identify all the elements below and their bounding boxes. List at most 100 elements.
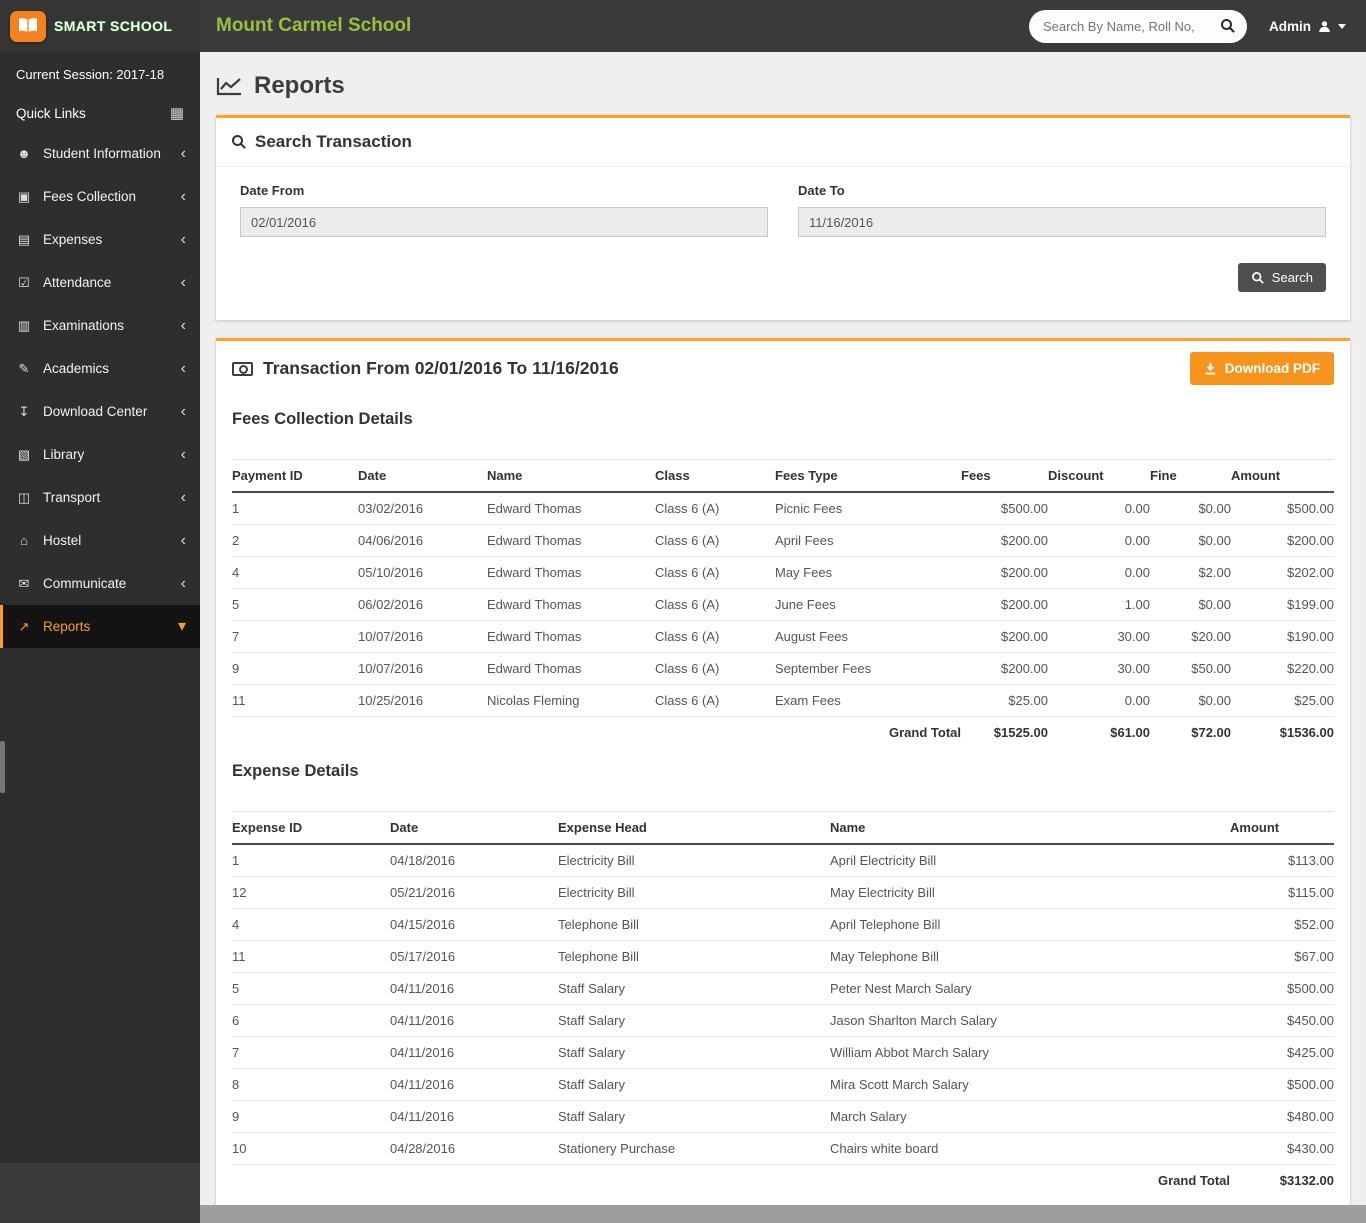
date-to-input[interactable] <box>798 207 1326 237</box>
discount-cell: 0.00 <box>1048 492 1150 525</box>
sidebar-item-fees-collection[interactable]: ▣ Fees Collection ‹ <box>0 175 200 218</box>
download-pdf-button[interactable]: Download PDF <box>1190 352 1334 385</box>
discount-cell: 0.00 <box>1048 685 1150 717</box>
amount-cell: $450.00 <box>1230 1005 1334 1037</box>
date-cell: 10/07/2016 <box>358 653 487 685</box>
expense-table-header: Expense ID Date Expense Head Name Amount <box>232 812 1334 845</box>
col-fees-type: Fees Type <box>775 460 961 493</box>
fees-table-row: 4 05/10/2016 Edward Thomas Class 6 (A) M… <box>232 557 1334 589</box>
date-cell: 06/02/2016 <box>358 589 487 621</box>
discount-cell: 1.00 <box>1048 589 1150 621</box>
date-from-input[interactable] <box>240 207 768 237</box>
date-to-field: Date To <box>798 183 1326 237</box>
date-cell: 04/11/2016 <box>390 1101 558 1133</box>
search-button-label: Search <box>1272 270 1313 285</box>
transaction-card-title: Transaction From 02/01/2016 To 11/16/201… <box>263 358 619 379</box>
sidebar-item-download-center[interactable]: ↧ Download Center ‹ <box>0 390 200 433</box>
class-cell: Class 6 (A) <box>655 589 775 621</box>
global-search-input[interactable] <box>1041 18 1215 35</box>
class-cell: Class 6 (A) <box>655 685 775 717</box>
name-cell: Edward Thomas <box>487 557 655 589</box>
fees-table-row: 5 06/02/2016 Edward Thomas Class 6 (A) J… <box>232 589 1334 621</box>
name-cell: William Abbot March Salary <box>830 1037 1230 1069</box>
download-icon: ↧ <box>15 404 33 420</box>
expense-table-row: 1 04/18/2016 Electricity Bill April Elec… <box>232 844 1334 877</box>
payment-id-cell: 2 <box>232 525 358 557</box>
name-cell: Edward Thomas <box>487 653 655 685</box>
amount-cell: $500.00 <box>1230 1069 1334 1101</box>
expense-table-row: 7 04/11/2016 Staff Salary William Abbot … <box>232 1037 1334 1069</box>
chevron-icon: ‹ <box>181 490 186 506</box>
expense-head-cell: Telephone Bill <box>558 909 830 941</box>
amount-cell: $430.00 <box>1230 1133 1334 1165</box>
chart-line-icon <box>216 76 243 97</box>
amount-cell: $190.00 <box>1231 621 1334 653</box>
sidebar-item-library[interactable]: ▧ Library ‹ <box>0 433 200 476</box>
admin-dropdown[interactable]: Admin <box>1269 19 1346 34</box>
name-cell: Edward Thomas <box>487 589 655 621</box>
date-from-label: Date From <box>240 183 768 198</box>
page-title-text: Reports <box>254 72 345 100</box>
expense-head-cell: Staff Salary <box>558 1037 830 1069</box>
class-cell: Class 6 (A) <box>655 525 775 557</box>
sidebar-item-examinations[interactable]: ▥ Examinations ‹ <box>0 304 200 347</box>
sidebar-menu: ☻ Student Information ‹ ▣ Fees Collectio… <box>0 132 200 648</box>
calendar-check-icon: ☑ <box>15 275 33 291</box>
sidebar: Current Session: 2017-18 Quick Links ▦ ☻… <box>0 52 200 1223</box>
search-icon[interactable] <box>1221 19 1235 33</box>
fine-cell: $0.00 <box>1150 589 1231 621</box>
exam-book-icon: ▥ <box>15 318 33 334</box>
date-cell: 04/11/2016 <box>390 973 558 1005</box>
sidebar-item-reports[interactable]: ↗ Reports ▾ <box>0 605 200 648</box>
app-logo[interactable]: SMART SCHOOL <box>0 0 200 52</box>
col-date: Date <box>358 460 487 493</box>
search-transaction-card: Search Transaction Date From Date To Sea… <box>216 115 1350 320</box>
class-cell: Class 6 (A) <box>655 653 775 685</box>
main-content: Reports Search Transaction Date From Dat… <box>200 52 1366 1223</box>
sidebar-item-attendance[interactable]: ☑ Attendance ‹ <box>0 261 200 304</box>
payment-id-cell: 1 <box>232 492 358 525</box>
transaction-card-header: Transaction From 02/01/2016 To 11/16/201… <box>216 341 1350 396</box>
sidebar-item-communicate[interactable]: ✉ Communicate ‹ <box>0 562 200 605</box>
name-cell: May Electricity Bill <box>830 877 1230 909</box>
sidebar-item-expenses[interactable]: ▤ Expenses ‹ <box>0 218 200 261</box>
sidebar-item-transport[interactable]: ◫ Transport ‹ <box>0 476 200 519</box>
date-cell: 04/06/2016 <box>358 525 487 557</box>
sidebar-item-hostel[interactable]: ⌂ Hostel ‹ <box>0 519 200 562</box>
download-icon <box>1204 362 1217 375</box>
sidebar-item-label: Academics <box>43 361 109 376</box>
search-button[interactable]: Search <box>1238 263 1326 292</box>
fees-table-row: 11 10/25/2016 Nicolas Fleming Class 6 (A… <box>232 685 1334 717</box>
search-card-body: Date From Date To <box>216 167 1350 237</box>
search-card-header: Search Transaction <box>216 118 1350 167</box>
search-card-title: Search Transaction <box>255 132 412 152</box>
fine-cell: $0.00 <box>1150 525 1231 557</box>
amount-cell: $67.00 <box>1230 941 1334 973</box>
admin-label: Admin <box>1269 19 1311 34</box>
sidebar-item-label: Reports <box>43 619 90 634</box>
name-cell: Nicolas Fleming <box>487 685 655 717</box>
expense-head-cell: Telephone Bill <box>558 941 830 973</box>
grand-total-discount: $61.00 <box>1048 717 1150 749</box>
fees-type-cell: May Fees <box>775 557 961 589</box>
amount-cell: $202.00 <box>1231 557 1334 589</box>
payment-id-cell: 5 <box>232 589 358 621</box>
current-session: Current Session: 2017-18 <box>0 52 200 95</box>
fees-table-body: 1 03/02/2016 Edward Thomas Class 6 (A) P… <box>232 492 1334 717</box>
sidebar-item-label: Student Information <box>43 146 161 161</box>
sidebar-scrollbar[interactable] <box>0 741 5 793</box>
grand-total-label: Grand Total <box>775 717 961 749</box>
name-cell: April Telephone Bill <box>830 909 1230 941</box>
fine-cell: $0.00 <box>1150 492 1231 525</box>
fees-table: Payment ID Date Name Class Fees Type Fee… <box>232 459 1334 748</box>
expense-id-cell: 10 <box>232 1133 390 1165</box>
expense-head-cell: Staff Salary <box>558 973 830 1005</box>
transaction-results-card: Transaction From 02/01/2016 To 11/16/201… <box>216 338 1350 1223</box>
sidebar-item-academics[interactable]: ✎ Academics ‹ <box>0 347 200 390</box>
expense-head-cell: Staff Salary <box>558 1005 830 1037</box>
col-expense-id: Expense ID <box>232 812 390 845</box>
expense-table-row: 5 04/11/2016 Staff Salary Peter Nest Mar… <box>232 973 1334 1005</box>
quick-links[interactable]: Quick Links ▦ <box>0 95 200 132</box>
sidebar-item-student-information[interactable]: ☻ Student Information ‹ <box>0 132 200 175</box>
payment-id-cell: 11 <box>232 685 358 717</box>
